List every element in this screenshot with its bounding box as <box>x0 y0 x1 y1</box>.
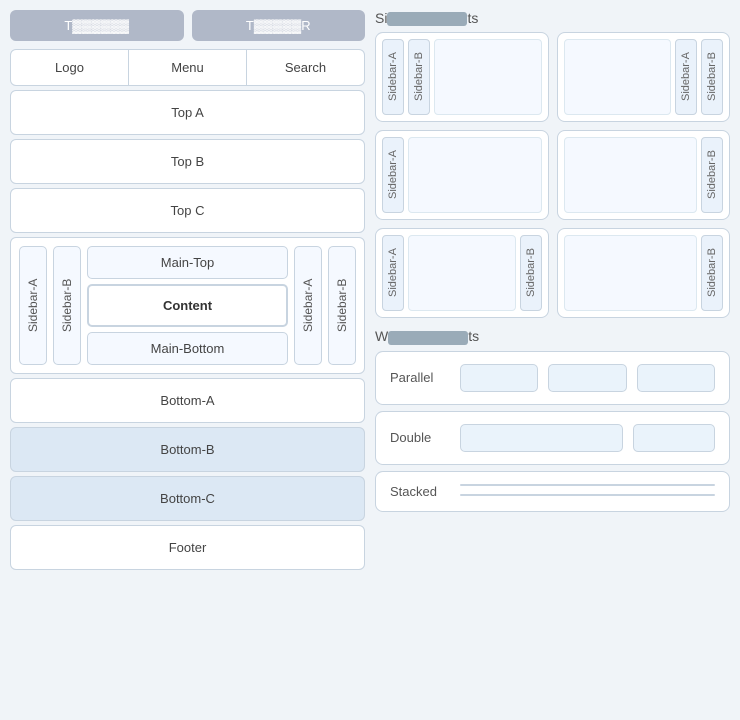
tab-2[interactable]: T▓▓▓▓▓R <box>192 10 366 41</box>
layout-5-sidebar-b: Sidebar-B <box>520 235 542 311</box>
content-block: Sidebar-A Sidebar-B Main-Top Content Mai… <box>10 237 365 374</box>
layout-5-main <box>408 235 516 311</box>
section-bottom-a[interactable]: Bottom-A <box>10 378 365 423</box>
left-panel: T▓▓▓▓▓▓ T▓▓▓▓▓R Logo Menu Search Top A T… <box>10 10 365 710</box>
widget-double-box-1 <box>460 424 623 452</box>
layout-3-main <box>408 137 542 213</box>
sidebar-right-b[interactable]: Sidebar-B <box>328 246 356 365</box>
layout-6-main <box>564 235 698 311</box>
section-top-c[interactable]: Top C <box>10 188 365 233</box>
main-content[interactable]: Content <box>87 284 288 327</box>
sidebar-left-a[interactable]: Sidebar-A <box>19 246 47 365</box>
widget-parallel-box-3 <box>637 364 715 392</box>
layout-box-6[interactable]: Sidebar-B <box>557 228 731 318</box>
widget-parallel-label: Parallel <box>390 370 450 385</box>
nav-menu[interactable]: Menu <box>129 50 247 85</box>
tab-1[interactable]: T▓▓▓▓▓▓ <box>10 10 184 41</box>
sidebar-section: Sits Sidebar-A Sidebar-B Sidebar-A Sideb… <box>375 10 730 318</box>
layout-5-sidebar-a: Sidebar-A <box>382 235 404 311</box>
layout-2-sidebar-a: Sidebar-A <box>675 39 697 115</box>
widget-section: Wts Parallel Double Stacked <box>375 328 730 511</box>
main-bottom[interactable]: Main-Bottom <box>87 332 288 365</box>
sidebar-layouts-grid: Sidebar-A Sidebar-B Sidebar-A Sidebar-B … <box>375 32 730 318</box>
tab-row: T▓▓▓▓▓▓ T▓▓▓▓▓R <box>10 10 365 41</box>
layout-1-sidebar-a: Sidebar-A <box>382 39 404 115</box>
section-bottom-c[interactable]: Bottom-C <box>10 476 365 521</box>
layout-box-3[interactable]: Sidebar-A <box>375 130 549 220</box>
right-panel: Sits Sidebar-A Sidebar-B Sidebar-A Sideb… <box>375 10 730 710</box>
nav-logo[interactable]: Logo <box>11 50 129 85</box>
widget-stacked-box-2 <box>460 494 715 496</box>
title-blur-1 <box>387 12 467 26</box>
layout-1-sidebar-b: Sidebar-B <box>408 39 430 115</box>
nav-row: Logo Menu Search <box>10 49 365 86</box>
widget-double-row[interactable]: Double <box>375 411 730 465</box>
widget-parallel-box-2 <box>548 364 626 392</box>
layout-3-sidebar-a: Sidebar-A <box>382 137 404 213</box>
layout-2-main <box>564 39 672 115</box>
main-column: Main-Top Content Main-Bottom <box>87 246 288 365</box>
layout-4-main <box>564 137 698 213</box>
widget-stacked-label: Stacked <box>390 484 450 499</box>
title-blur-2 <box>388 331 468 345</box>
layout-box-1[interactable]: Sidebar-A Sidebar-B <box>375 32 549 122</box>
section-footer[interactable]: Footer <box>10 525 365 570</box>
widget-parallel-box-1 <box>460 364 538 392</box>
section-top-a[interactable]: Top A <box>10 90 365 135</box>
widget-section-title: Wts <box>375 328 730 344</box>
section-bottom-b[interactable]: Bottom-B <box>10 427 365 472</box>
layout-box-5[interactable]: Sidebar-A Sidebar-B <box>375 228 549 318</box>
widget-stacked-boxes <box>460 484 715 496</box>
layout-4-sidebar-b: Sidebar-B <box>701 137 723 213</box>
main-top[interactable]: Main-Top <box>87 246 288 279</box>
layout-2-sidebar-b: Sidebar-B <box>701 39 723 115</box>
layout-box-2[interactable]: Sidebar-A Sidebar-B <box>557 32 731 122</box>
widget-double-label: Double <box>390 430 450 445</box>
sidebar-section-title: Sits <box>375 10 730 26</box>
layout-6-sidebar-b: Sidebar-B <box>701 235 723 311</box>
sidebar-right-a[interactable]: Sidebar-A <box>294 246 322 365</box>
layout-box-4[interactable]: Sidebar-B <box>557 130 731 220</box>
section-top-b[interactable]: Top B <box>10 139 365 184</box>
widget-stacked-box-1 <box>460 484 715 486</box>
widget-parallel-row[interactable]: Parallel <box>375 351 730 405</box>
widget-double-box-2 <box>633 424 715 452</box>
layout-1-main <box>434 39 542 115</box>
sidebar-left-b[interactable]: Sidebar-B <box>53 246 81 365</box>
nav-search[interactable]: Search <box>247 50 364 85</box>
widget-stacked-row[interactable]: Stacked <box>375 471 730 512</box>
